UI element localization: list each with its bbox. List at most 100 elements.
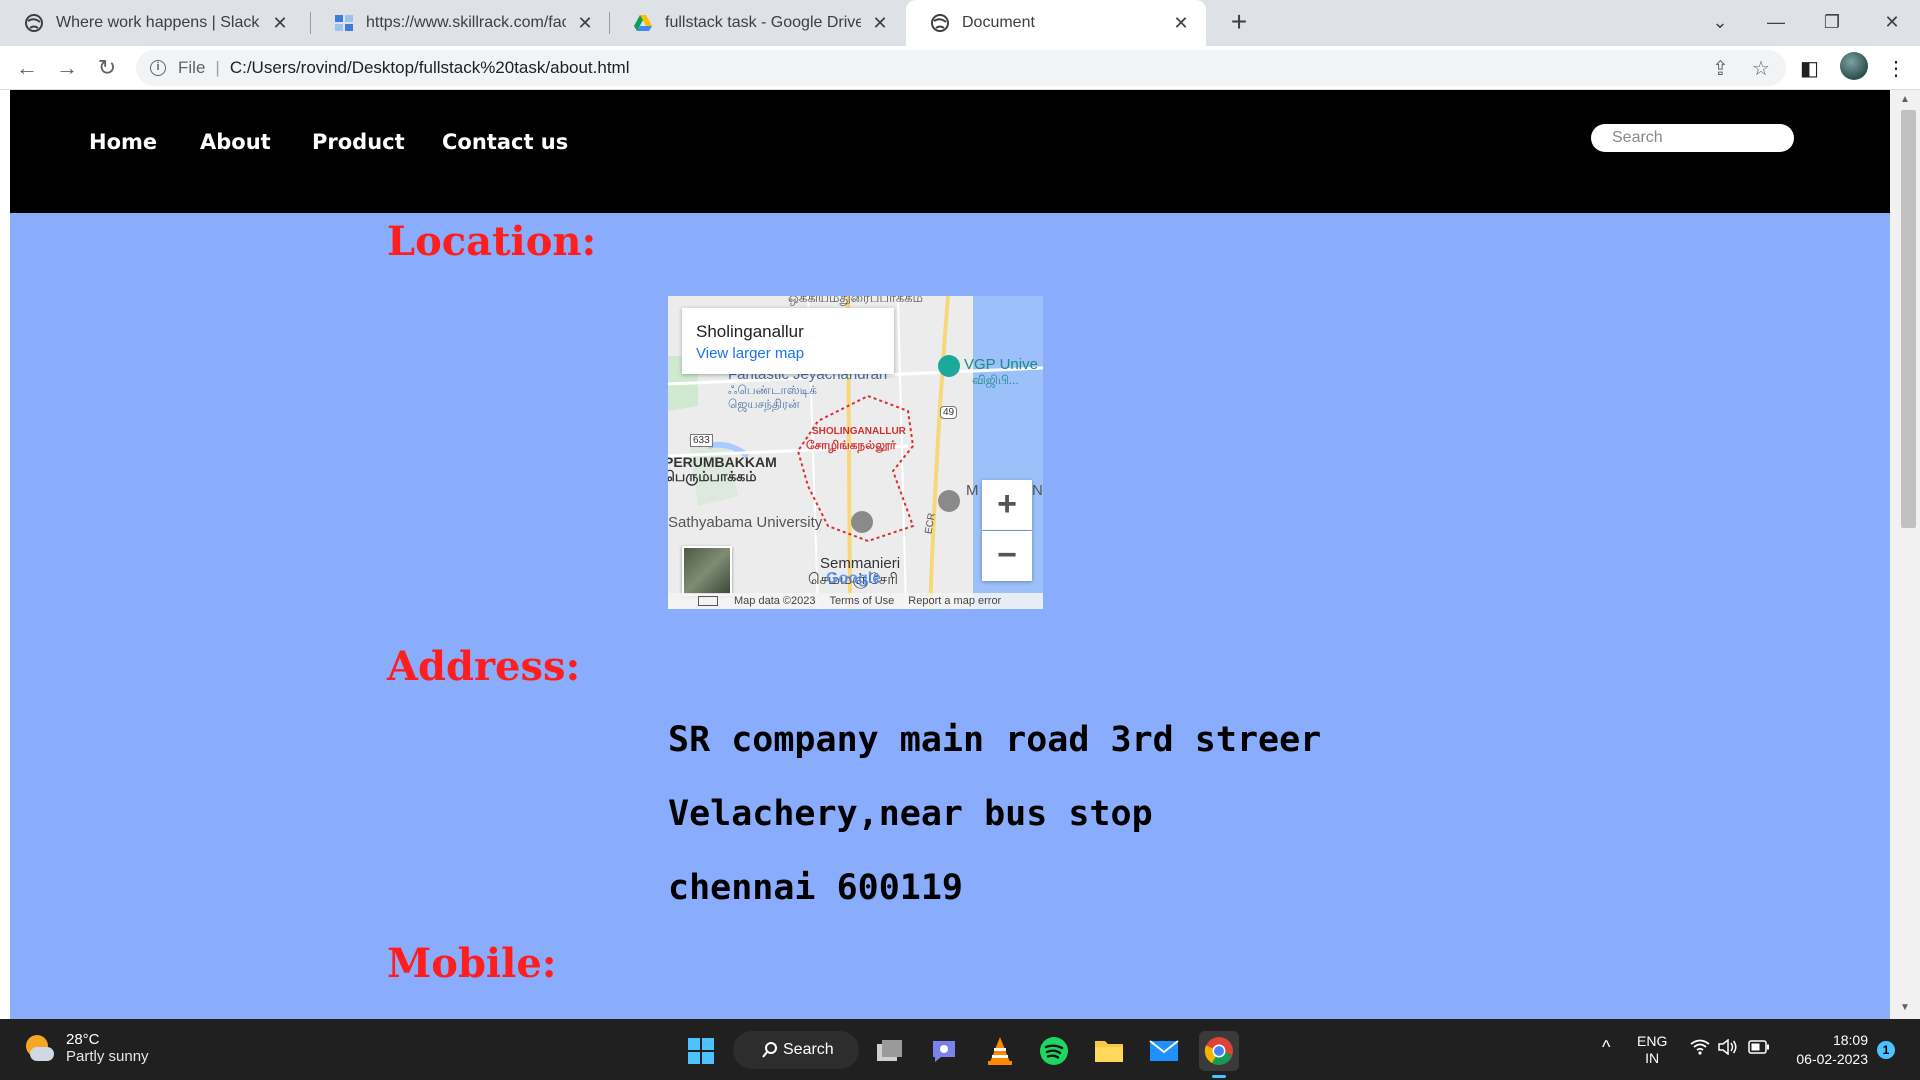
lang-line2: IN <box>1645 1050 1660 1066</box>
close-icon[interactable]: ✕ <box>869 13 891 34</box>
battery-icon[interactable] <box>1748 1040 1770 1057</box>
clock-time: 18:09 <box>1832 1032 1868 1048</box>
nav-link-about[interactable]: About <box>200 130 271 154</box>
keyboard-shortcuts-icon[interactable] <box>698 596 718 606</box>
address-heading: Address: <box>387 643 581 690</box>
scroll-down-arrow-icon[interactable]: ▼ <box>1900 1002 1910 1013</box>
location-heading: Location: <box>387 218 597 265</box>
tab-skillrack[interactable]: https://www.skillrack.com/faces/c ✕ <box>310 0 610 46</box>
map-label: பெரும்பாக்கம் <box>668 468 757 484</box>
url-divider: | <box>215 58 220 77</box>
map-label: N <box>1032 482 1043 499</box>
forward-arrow-icon[interactable]: → <box>52 54 82 84</box>
chevron-up-icon[interactable]: ^ <box>1602 1037 1610 1058</box>
zoom-out-button[interactable]: − <box>982 531 1032 581</box>
taskbar-search-label: Search <box>783 1041 834 1058</box>
share-icon[interactable]: ⇪ <box>1712 56 1729 81</box>
map-label: சோழிங்கநல்லூர் <box>806 438 897 452</box>
nav-link-product[interactable]: Product <box>312 130 405 154</box>
globe-icon <box>25 14 43 32</box>
site-navbar: Home About Product Contact us <box>10 90 1890 213</box>
tab-document[interactable]: Document ✕ <box>906 0 1206 46</box>
map-data-credit: Map data ©2023 <box>734 595 816 607</box>
map-footer: Map data ©2023 Terms of Use Report a map… <box>668 593 1043 609</box>
tab-slack[interactable]: Where work happens | Slack ✕ <box>0 0 305 46</box>
map-label: Sathyabama University <box>668 514 823 531</box>
search-input[interactable] <box>1591 124 1794 152</box>
address-line: chennai 600119 <box>668 868 964 908</box>
map-label: விஜிபி... <box>972 373 1019 387</box>
zoom-in-button[interactable]: + <box>982 480 1032 530</box>
chrome-icon[interactable] <box>1199 1031 1239 1071</box>
scrollbar-thumb[interactable] <box>1901 110 1916 528</box>
browser-toolbar: ← → ↻ i File | C:/Users/rovind/Desktop/f… <box>0 46 1920 90</box>
tab-search-chevron-icon[interactable]: ⌄ <box>1700 6 1740 38</box>
spotify-icon[interactable] <box>1034 1031 1074 1071</box>
reload-icon[interactable]: ↻ <box>92 54 122 84</box>
language-indicator[interactable]: ENG IN <box>1637 1033 1667 1067</box>
view-larger-map-link[interactable]: View larger map <box>696 345 894 362</box>
avatar[interactable] <box>1840 52 1868 80</box>
page-body: Home About Product Contact us Location: <box>10 90 1890 1019</box>
clock-date: 06-02-2023 <box>1796 1051 1868 1067</box>
weather-widget[interactable]: 28°C Partly sunny <box>24 1031 149 1065</box>
windows-taskbar: 28°C Partly sunny Search ^ ENG IN 18:09 … <box>0 1019 1920 1080</box>
nav-link-home[interactable]: Home <box>89 130 157 154</box>
side-panel-icon[interactable]: ◧ <box>1800 56 1819 81</box>
tab-title: Document <box>962 14 1035 31</box>
map-embed[interactable]: ஒக்கியம்துரைப்பாக்கம் VGP Unive விஜிபி..… <box>668 296 1043 609</box>
tab-strip: Where work happens | Slack ✕ https://www… <box>0 0 1920 46</box>
kebab-menu-icon[interactable]: ⋮ <box>1886 56 1906 81</box>
mobile-heading: Mobile: <box>387 940 557 987</box>
close-icon[interactable]: ✕ <box>269 13 291 34</box>
satellite-toggle-button[interactable] <box>682 546 732 596</box>
site-info-icon[interactable]: i <box>150 60 166 76</box>
bookmark-star-icon[interactable]: ☆ <box>1752 56 1770 81</box>
scroll-up-arrow-icon[interactable]: ▲ <box>1900 94 1910 105</box>
partly-sunny-icon <box>24 1033 54 1063</box>
back-arrow-icon[interactable]: ← <box>12 54 42 84</box>
notification-badge[interactable]: 1 <box>1877 1041 1895 1059</box>
file-explorer-icon[interactable] <box>1089 1031 1129 1071</box>
weather-condition: Partly sunny <box>66 1048 149 1065</box>
tab-title: Where work happens | Slack <box>56 14 260 31</box>
mail-icon[interactable] <box>1144 1031 1184 1071</box>
teams-chat-icon[interactable] <box>924 1031 964 1071</box>
report-map-error-link[interactable]: Report a map error <box>908 595 1001 607</box>
map-label: ஜெயசந்திரன் <box>728 397 800 411</box>
map-label: SHOLINGANALLUR <box>812 426 906 437</box>
terms-of-use-link[interactable]: Terms of Use <box>830 595 895 607</box>
tab-title: fullstack task - Google Drive <box>665 14 861 31</box>
skillrack-icon <box>335 15 353 31</box>
map-place-card: Sholinganallur View larger map <box>682 308 894 374</box>
map-route-shield: 49 <box>940 406 958 419</box>
clock[interactable]: 18:09 06-02-2023 <box>1786 1031 1868 1069</box>
map-route-shield: 633 <box>690 434 713 447</box>
minimize-button[interactable]: — <box>1756 6 1796 38</box>
close-icon[interactable]: ✕ <box>1170 13 1192 34</box>
map-label: VGP Unive <box>964 356 1038 373</box>
close-icon[interactable]: ✕ <box>574 13 596 34</box>
restore-button[interactable]: ❐ <box>1812 6 1852 38</box>
vlc-icon[interactable] <box>980 1031 1020 1071</box>
page-scrollbar[interactable]: ▲ ▼ <box>1890 90 1920 1019</box>
active-app-indicator <box>1212 1075 1226 1078</box>
taskbar-search-button[interactable]: Search <box>733 1031 859 1069</box>
new-tab-button[interactable]: + <box>1222 6 1256 40</box>
window-close-button[interactable]: ✕ <box>1872 6 1912 38</box>
lang-line1: ENG <box>1637 1033 1668 1049</box>
url-scheme-label: File <box>178 58 206 77</box>
globe-icon <box>931 14 949 32</box>
map-label: M <box>966 482 979 499</box>
task-view-icon[interactable] <box>870 1031 910 1071</box>
address-bar[interactable]: i File | C:/Users/rovind/Desktop/fullsta… <box>136 50 1786 86</box>
nav-link-contact[interactable]: Contact us <box>442 130 568 154</box>
address-line: SR company main road 3rd streer <box>668 720 1322 760</box>
wifi-icon[interactable] <box>1690 1039 1710 1060</box>
url-text[interactable]: C:/Users/rovind/Desktop/fullstack%20task… <box>230 58 630 78</box>
tab-google-drive[interactable]: fullstack task - Google Drive ✕ <box>609 0 905 46</box>
page-viewport: Home About Product Contact us Location: <box>0 90 1920 1019</box>
volume-icon[interactable] <box>1718 1038 1738 1058</box>
windows-start-icon[interactable] <box>681 1031 721 1071</box>
search-icon <box>762 1042 777 1058</box>
